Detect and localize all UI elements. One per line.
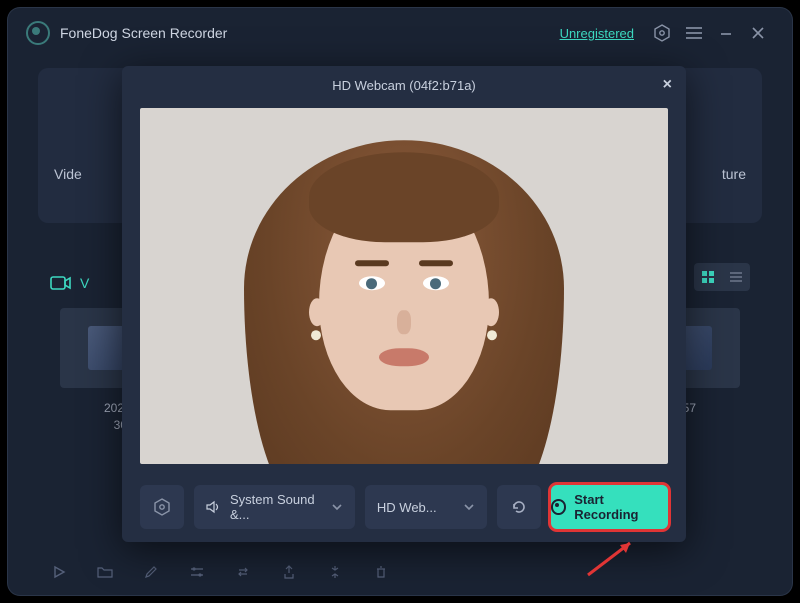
modal-settings-button[interactable] (140, 485, 184, 529)
edit-icon[interactable] (142, 563, 160, 581)
record-dot-icon (551, 499, 567, 515)
sound-source-dropdown[interactable]: System Sound &... (194, 485, 355, 529)
camera-source-dropdown[interactable]: HD Web... (365, 485, 487, 529)
webcam-preview (140, 108, 668, 464)
start-recording-button[interactable]: Start Recording (551, 485, 668, 529)
sound-source-label: System Sound &... (230, 492, 323, 522)
app-logo-icon (26, 21, 50, 45)
convert-icon[interactable] (234, 563, 252, 581)
compress-icon[interactable] (326, 563, 344, 581)
video-tab-icon[interactable] (50, 275, 72, 291)
modal-header: HD Webcam (04f2:b71a) × (122, 66, 686, 104)
close-window-icon[interactable] (748, 23, 768, 43)
export-icon[interactable] (280, 563, 298, 581)
speaker-icon (206, 500, 222, 514)
chevron-down-icon (331, 503, 343, 511)
menu-icon[interactable] (684, 23, 704, 43)
footer-toolbar (50, 563, 390, 581)
minimize-icon[interactable] (716, 23, 736, 43)
app-window: FoneDog Screen Recorder Unregistered Vid… (8, 8, 792, 595)
modal-title: HD Webcam (04f2:b71a) (332, 78, 476, 93)
view-toggle (694, 263, 750, 291)
list-view-button[interactable] (722, 263, 750, 291)
settings-hex-icon[interactable] (652, 23, 672, 43)
close-icon[interactable]: × (663, 76, 672, 94)
camera-source-label: HD Web... (377, 500, 437, 515)
chevron-down-icon (463, 503, 475, 511)
play-icon[interactable] (50, 563, 68, 581)
sliders-icon[interactable] (188, 563, 206, 581)
titlebar: FoneDog Screen Recorder Unregistered (8, 8, 792, 58)
refresh-button[interactable] (497, 485, 541, 529)
register-link[interactable]: Unregistered (560, 26, 634, 41)
grid-view-button[interactable] (694, 263, 722, 291)
trash-icon[interactable] (372, 563, 390, 581)
app-title: FoneDog Screen Recorder (60, 25, 560, 41)
folder-icon[interactable] (96, 563, 114, 581)
modal-controls: System Sound &... HD Web... Start Record… (140, 476, 668, 538)
start-recording-label: Start Recording (574, 492, 668, 522)
tab-label[interactable]: V (80, 275, 89, 291)
webcam-modal: HD Webcam (04f2:b71a) × S (122, 66, 686, 542)
